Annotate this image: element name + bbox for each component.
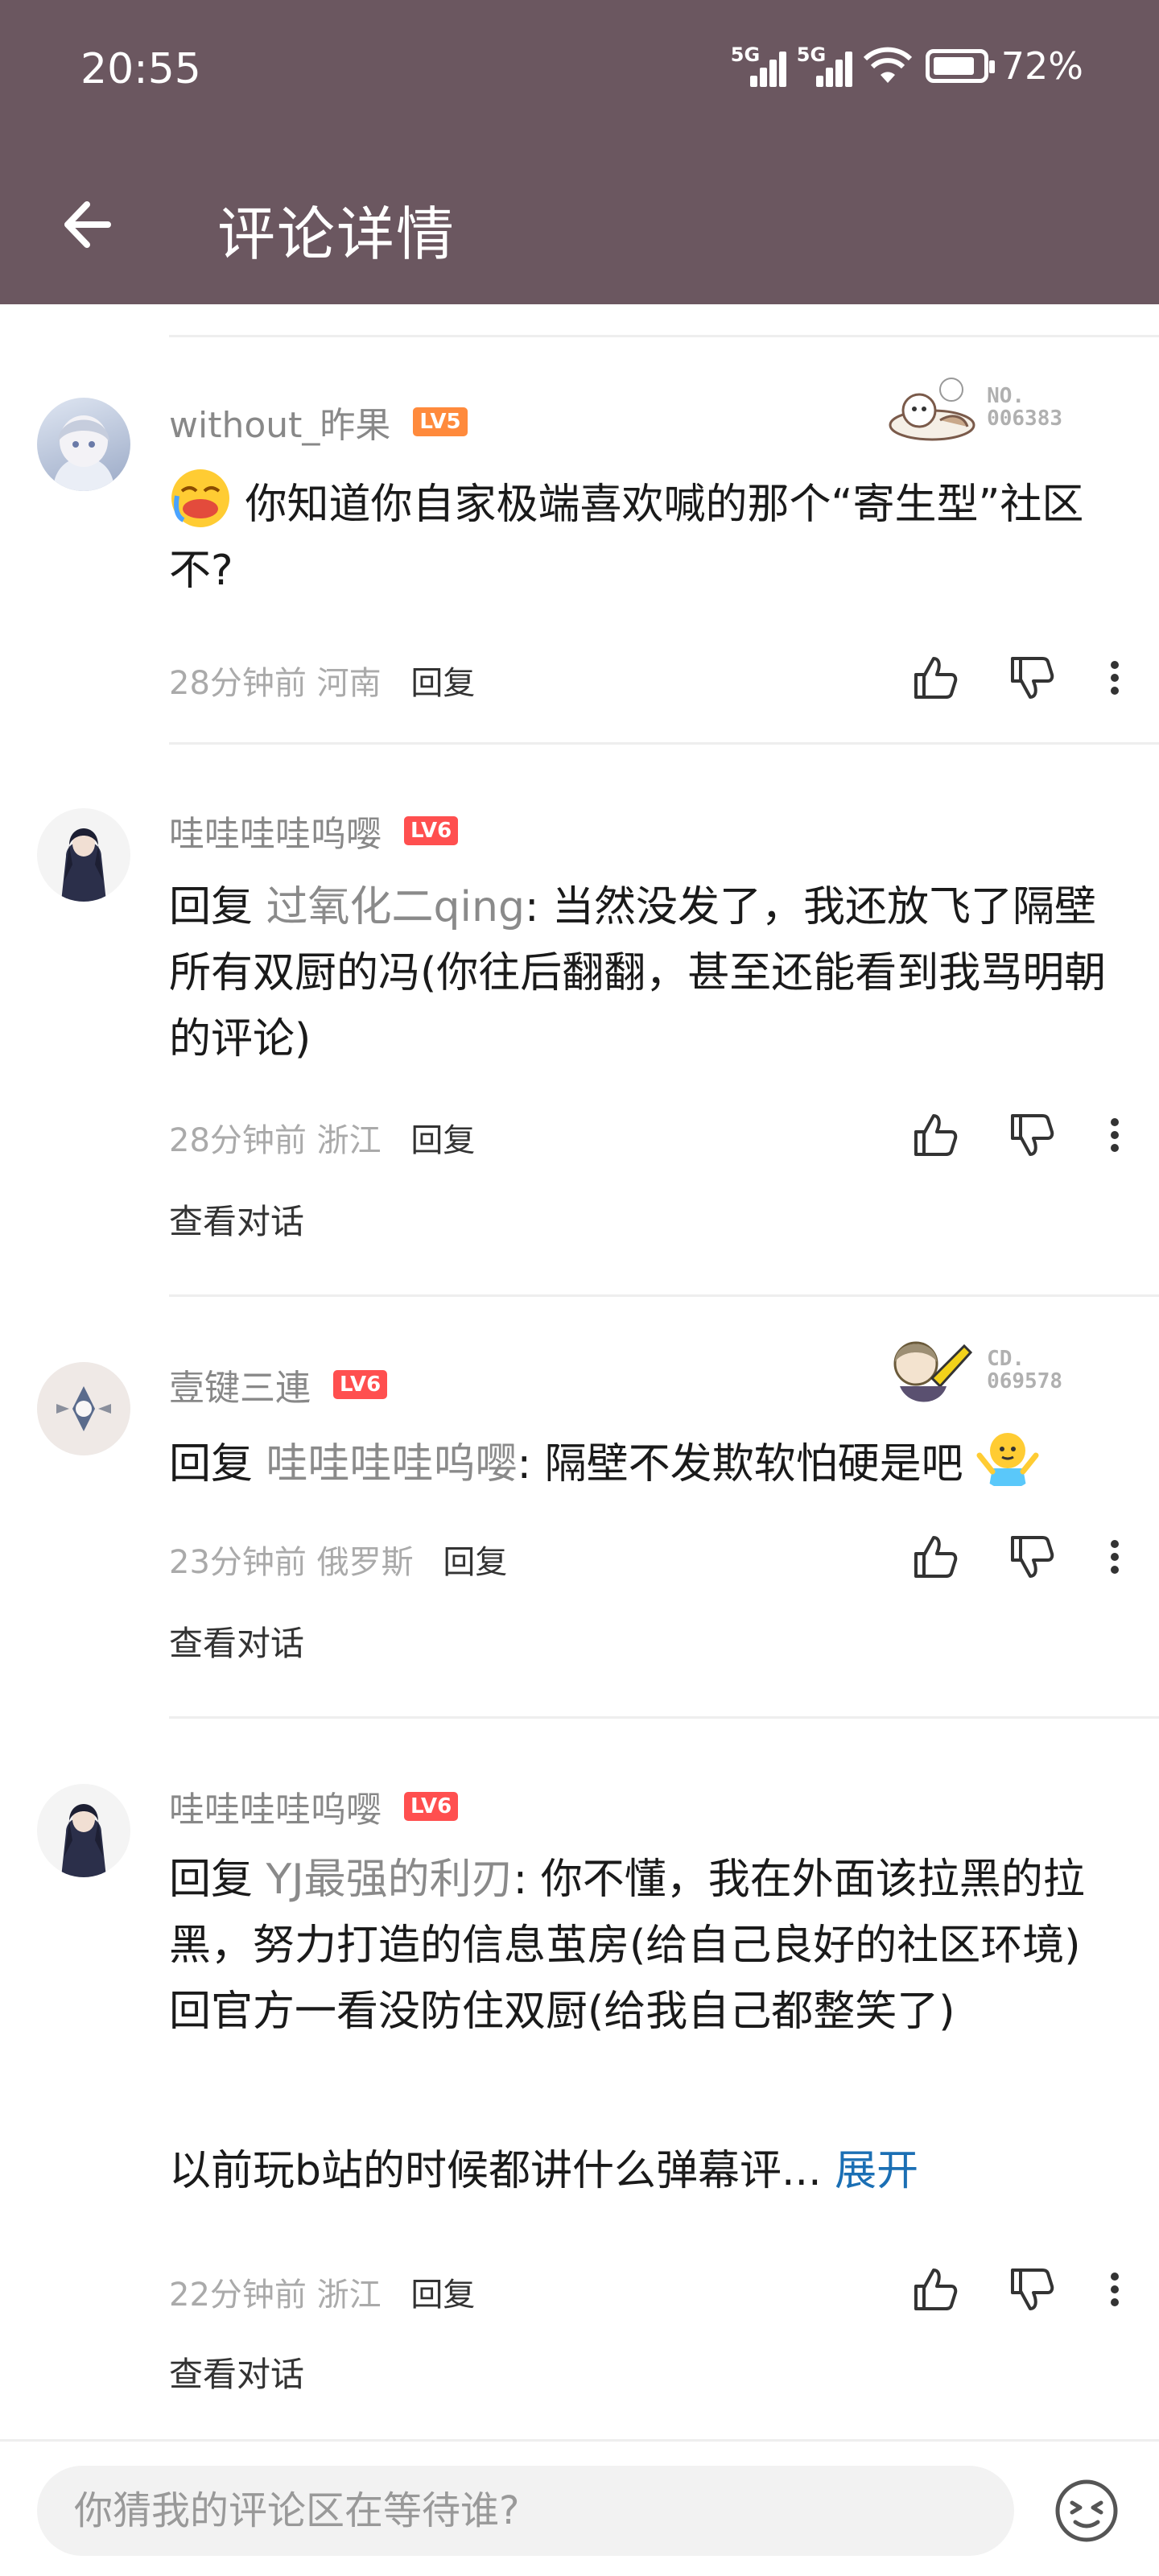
reply-prefix: 回复	[169, 883, 266, 931]
signal-icon: 5G	[730, 43, 786, 89]
badge-number: CD. 069578	[987, 1347, 1062, 1393]
username[interactable]: 壹键三連	[169, 1359, 311, 1410]
comment-text: 回复 哇哇哇哇呜嘤: 隔壁不发欺软怕硬是吧	[169, 1426, 1119, 1497]
page-title: 评论详情	[217, 200, 456, 268]
comment-actions	[864, 1109, 1127, 1161]
thumbs-up-icon[interactable]	[909, 1109, 961, 1161]
comment-body: : 隔壁不发欺软怕硬是吧	[517, 1440, 963, 1488]
comment-time: 22分钟前	[169, 2277, 307, 2314]
thumbs-down-icon[interactable]	[1006, 1109, 1058, 1161]
character-sticker-icon	[893, 1341, 973, 1402]
page-header: 评论详情	[0, 145, 1159, 304]
thumbs-down-icon[interactable]	[1006, 652, 1058, 704]
view-conversation-link[interactable]: 查看对话	[169, 1616, 304, 1666]
thumbs-down-icon[interactable]	[1006, 2264, 1058, 2315]
username[interactable]: without_昨果	[169, 396, 390, 448]
thumbs-up-icon[interactable]	[909, 1531, 961, 1583]
comment-actions	[864, 2264, 1127, 2315]
status-bar: 20:55 5G 5G 72%	[0, 0, 1159, 145]
top-bar: 20:55 5G 5G 72% 评论详情	[0, 0, 1159, 304]
battery-icon	[925, 49, 995, 83]
avatar[interactable]	[37, 1784, 130, 1877]
wifi-icon	[863, 47, 912, 83]
status-time: 20:55	[80, 45, 201, 93]
signal-icon: 5G	[796, 43, 852, 89]
divider	[169, 1294, 1159, 1297]
sim1-label: 5G	[730, 43, 761, 66]
level-badge: LV5	[413, 407, 468, 436]
fan-badge: CD. 069578	[884, 1330, 1062, 1410]
comment-text-continued: 以前玩b站的时候都讲什么弹幕评... 展开	[169, 2138, 1119, 2204]
username[interactable]: 哇哇哇哇呜嘤	[169, 805, 382, 857]
reply-button[interactable]: 回复	[410, 665, 475, 702]
reply-button[interactable]: 回复	[443, 1544, 507, 1581]
crying-emoji	[171, 469, 229, 527]
username[interactable]: 哇哇哇哇呜嘤	[169, 1781, 382, 1832]
comment-input-bar: 你猜我的评论区在等待谁?	[0, 2439, 1159, 2576]
more-options-icon[interactable]	[1103, 1109, 1127, 1161]
cartoon-sticker-icon	[889, 378, 975, 441]
comment-body: 你知道你自家极端喜欢喊的那个“寄生型”社区不?	[169, 481, 1084, 595]
divider	[169, 1716, 1159, 1719]
avatar[interactable]	[37, 1362, 130, 1455]
level-badge: LV6	[333, 1370, 388, 1399]
divider	[169, 742, 1159, 745]
comment-meta: 28分钟前 浙江 回复	[169, 1114, 475, 1161]
badge-number: NO. 006383	[987, 384, 1062, 431]
comment-location: 浙江	[316, 2277, 382, 2314]
comment-time: 28分钟前	[169, 665, 307, 702]
view-conversation-link[interactable]: 查看对话	[169, 1195, 304, 1244]
battery-percent: 72%	[1000, 44, 1083, 88]
comment-text: 你知道你自家极端喜欢喊的那个“寄生型”社区不?	[169, 467, 1119, 604]
sim2-label: 5G	[796, 43, 827, 66]
mention-link[interactable]: YJ最强的利刃	[266, 1856, 514, 1904]
avatar-image	[53, 415, 114, 491]
comment-body-truncated: 以前玩b站的时候都讲什么弹幕评...	[169, 2147, 822, 2195]
reply-button[interactable]: 回复	[410, 1122, 475, 1159]
comment-text: 回复 YJ最强的利刃: 你不懂，我在外面该拉黑的拉黑，努力打造的信息茧房(给自己…	[169, 1847, 1119, 2045]
arrow-left-icon[interactable]	[52, 188, 124, 261]
more-options-icon[interactable]	[1103, 652, 1127, 704]
comment-author: 哇哇哇哇呜嘤 LV6	[169, 805, 459, 857]
comment-time: 28分钟前	[169, 1122, 307, 1159]
more-options-icon[interactable]	[1103, 1531, 1127, 1583]
comment-meta: 28分钟前 河南 回复	[169, 657, 475, 704]
avatar-image	[61, 1804, 106, 1877]
emoji-face-icon[interactable]	[1053, 2477, 1120, 2545]
level-badge: LV6	[404, 1792, 459, 1821]
more-options-icon[interactable]	[1103, 2264, 1127, 2315]
fan-badge: NO. 006383	[884, 367, 1062, 448]
comment-author: 壹键三連 LV6	[169, 1359, 388, 1410]
divider	[169, 335, 1159, 337]
shrug-emoji	[976, 1433, 1039, 1486]
comment-meta: 22分钟前 浙江 回复	[169, 2268, 475, 2315]
avatar[interactable]	[37, 808, 130, 902]
reply-prefix: 回复	[169, 1856, 266, 1904]
thumbs-down-icon[interactable]	[1006, 1531, 1058, 1583]
reply-prefix: 回复	[169, 1440, 266, 1488]
comment-actions	[864, 1531, 1127, 1583]
view-conversation-link[interactable]: 查看对话	[169, 2347, 304, 2396]
comment-location: 浙江	[316, 1122, 382, 1159]
avatar-image	[37, 1362, 130, 1455]
reply-button[interactable]: 回复	[410, 2277, 475, 2314]
comment-input[interactable]: 你猜我的评论区在等待谁?	[37, 2466, 1014, 2556]
thumbs-up-icon[interactable]	[909, 2264, 961, 2315]
mention-link[interactable]: 哇哇哇哇呜嘤	[266, 1440, 518, 1488]
comment-author: without_昨果 LV5	[169, 396, 468, 448]
avatar[interactable]	[37, 398, 130, 491]
comment-actions	[864, 652, 1127, 704]
mention-link[interactable]: 过氧化二qing	[266, 883, 525, 931]
comment-meta: 23分钟前 俄罗斯 回复	[169, 1536, 507, 1583]
expand-link[interactable]: 展开	[835, 2147, 918, 2195]
thumbs-up-icon[interactable]	[909, 652, 961, 704]
comment-location: 河南	[316, 665, 382, 702]
comment-time: 23分钟前	[169, 1544, 307, 1581]
comment-text: 回复 过氧化二qing: 当然没发了，我还放飞了隔壁所有双厨的冯(你往后翻翻，甚…	[169, 874, 1119, 1072]
level-badge: LV6	[404, 816, 459, 845]
avatar-image	[61, 828, 106, 902]
comment-author: 哇哇哇哇呜嘤 LV6	[169, 1781, 459, 1832]
status-icons: 5G 5G 72%	[731, 43, 1083, 89]
comment-location: 俄罗斯	[316, 1544, 414, 1581]
